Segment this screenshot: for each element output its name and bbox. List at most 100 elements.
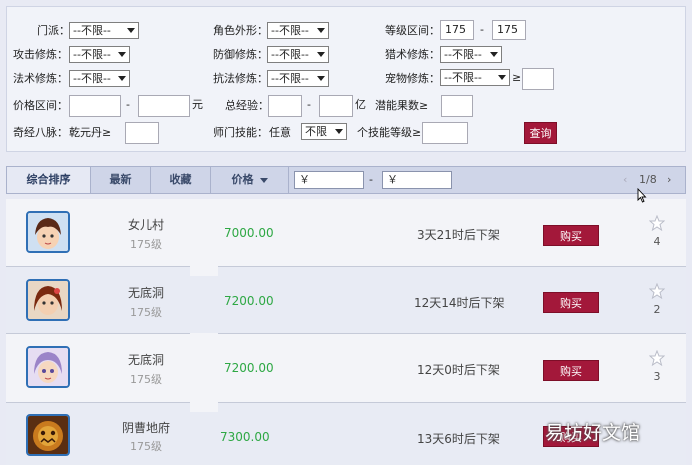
buy-button[interactable]: 购买 <box>543 360 599 381</box>
time-remaining: 3天21时后下架 <box>417 228 500 242</box>
exp-separator: - <box>307 98 311 111</box>
mouse-cursor-icon <box>637 188 647 203</box>
tab-favorites[interactable]: 收藏 <box>151 167 211 193</box>
sort-toolbar: 综合排序 最新 收藏 价格 ￥ - ￥ ‹ 1/8 › <box>6 166 686 194</box>
toolbar-price-separator: - <box>369 173 373 186</box>
school-select[interactable]: --不限-- <box>69 22 139 39</box>
price-separator: - <box>126 98 130 111</box>
school-label: 门派： <box>37 24 70 37</box>
listing-price: 7200.00 <box>224 361 274 375</box>
role-level: 175级 <box>130 306 162 319</box>
listing-price: 7200.00 <box>224 294 274 308</box>
row-divider-gap <box>190 266 218 276</box>
favorite-star-icon[interactable] <box>649 283 665 299</box>
price-unit: 元 <box>192 98 203 111</box>
pet-level-input[interactable] <box>522 68 554 90</box>
tab-price[interactable]: 价格 <box>211 167 289 193</box>
pet-ge-symbol: ≥ <box>512 71 522 84</box>
row-divider-gap <box>190 402 218 412</box>
skill-level-input[interactable] <box>422 122 468 144</box>
school-name: 阴曹地府 <box>121 421 170 435</box>
role-level: 175级 <box>130 238 162 251</box>
chevron-down-icon <box>317 76 325 81</box>
time-remaining: 13天6时后下架 <box>417 432 500 446</box>
magic-select[interactable]: --不限-- <box>69 70 130 87</box>
tab-newest[interactable]: 最新 <box>91 167 151 193</box>
row-divider-gap <box>190 333 218 343</box>
chevron-down-icon <box>259 177 268 183</box>
favorite-count: 3 <box>653 370 661 383</box>
pet-label: 宠物修炼： <box>385 72 440 85</box>
price-min-input[interactable] <box>69 95 121 117</box>
skill-any-label: 任意 <box>269 126 291 139</box>
skill-level-label: 个技能等级≥ <box>357 126 422 139</box>
exp-max-input[interactable] <box>319 95 353 117</box>
chevron-down-icon <box>317 52 325 57</box>
hunt-label: 猎术修炼： <box>385 48 440 61</box>
meridian-label: 奇经八脉： <box>13 126 68 139</box>
prev-page-icon[interactable]: ‹ <box>623 167 627 193</box>
potential-label: 潜能果数≥ <box>375 99 429 112</box>
role-level: 175级 <box>130 440 162 453</box>
level-max-input[interactable]: 175 <box>492 20 526 40</box>
chevron-down-icon <box>127 28 135 33</box>
attack-select[interactable]: --不限-- <box>69 46 130 63</box>
favorite-star-icon[interactable] <box>649 215 665 231</box>
favorite-count: 4 <box>653 235 661 248</box>
exp-unit: 亿 <box>355 98 366 111</box>
attack-label: 攻击修炼： <box>13 48 68 61</box>
time-remaining: 12天14时后下架 <box>414 296 505 310</box>
favorite-count: 2 <box>653 303 661 316</box>
filter-panel: 门派： --不限-- 角色外形： --不限-- 等级区间： 175 - 175 … <box>6 6 686 152</box>
time-remaining: 12天0时后下架 <box>417 363 500 377</box>
chevron-down-icon <box>498 75 506 80</box>
toolbar-price-max-input[interactable]: ￥ <box>382 171 452 189</box>
meridian-input[interactable] <box>125 122 159 144</box>
level-min-input[interactable]: 175 <box>440 20 474 40</box>
watermark-text: 易坊好文馆 <box>545 422 641 444</box>
avatar <box>26 211 70 253</box>
level-label: 等级区间： <box>385 24 440 37</box>
price-range-label: 价格区间： <box>13 99 68 112</box>
toolbar-price-min-input[interactable]: ￥ <box>294 171 364 189</box>
listing-row[interactable]: 女儿村 175级 7000.00 3天21时后下架 购买 4 <box>6 199 686 267</box>
pet-select[interactable]: --不限-- <box>440 69 510 86</box>
appearance-select[interactable]: --不限-- <box>267 22 329 39</box>
buy-button[interactable]: 购买 <box>543 292 599 313</box>
favorite-star-icon[interactable] <box>649 350 665 366</box>
skill-label: 师门技能： <box>213 126 268 139</box>
school-name: 无底洞 <box>127 353 164 367</box>
listing-row[interactable]: 无底洞 175级 7200.00 12天14时后下架 购买 2 <box>6 267 686 334</box>
resist-label: 抗法修炼： <box>213 72 268 85</box>
skill-select[interactable]: 不限 <box>301 123 347 140</box>
chevron-down-icon <box>118 76 126 81</box>
price-max-input[interactable] <box>138 95 190 117</box>
role-level: 175级 <box>130 373 162 386</box>
exp-label: 总经验： <box>225 99 269 112</box>
tab-comprehensive-sort[interactable]: 综合排序 <box>7 167 91 193</box>
listing-price: 7300.00 <box>220 430 270 444</box>
listing-row[interactable]: 无底洞 175级 7200.00 12天0时后下架 购买 3 <box>6 334 686 403</box>
meridian-item-label: 乾元丹≥ <box>69 126 112 139</box>
buy-button[interactable]: 购买 <box>543 225 599 246</box>
listing-price: 7000.00 <box>224 226 274 240</box>
chevron-down-icon <box>335 129 343 134</box>
avatar <box>26 346 70 388</box>
next-page-icon[interactable]: › <box>667 167 671 193</box>
level-separator: - <box>480 23 484 36</box>
exp-min-input[interactable] <box>268 95 302 117</box>
defense-select[interactable]: --不限-- <box>267 46 329 63</box>
magic-label: 法术修炼： <box>13 72 68 85</box>
chevron-down-icon <box>118 52 126 57</box>
chevron-down-icon <box>490 52 498 57</box>
resist-select[interactable]: --不限-- <box>267 70 329 87</box>
appearance-label: 角色外形： <box>213 24 268 37</box>
school-name: 女儿村 <box>127 218 164 232</box>
chevron-down-icon <box>317 28 325 33</box>
avatar <box>26 414 70 456</box>
hunt-select[interactable]: --不限-- <box>440 46 502 63</box>
potential-input[interactable] <box>441 95 473 117</box>
query-button[interactable]: 查询 <box>524 122 557 144</box>
avatar <box>26 279 70 321</box>
school-name: 无底洞 <box>127 286 164 300</box>
